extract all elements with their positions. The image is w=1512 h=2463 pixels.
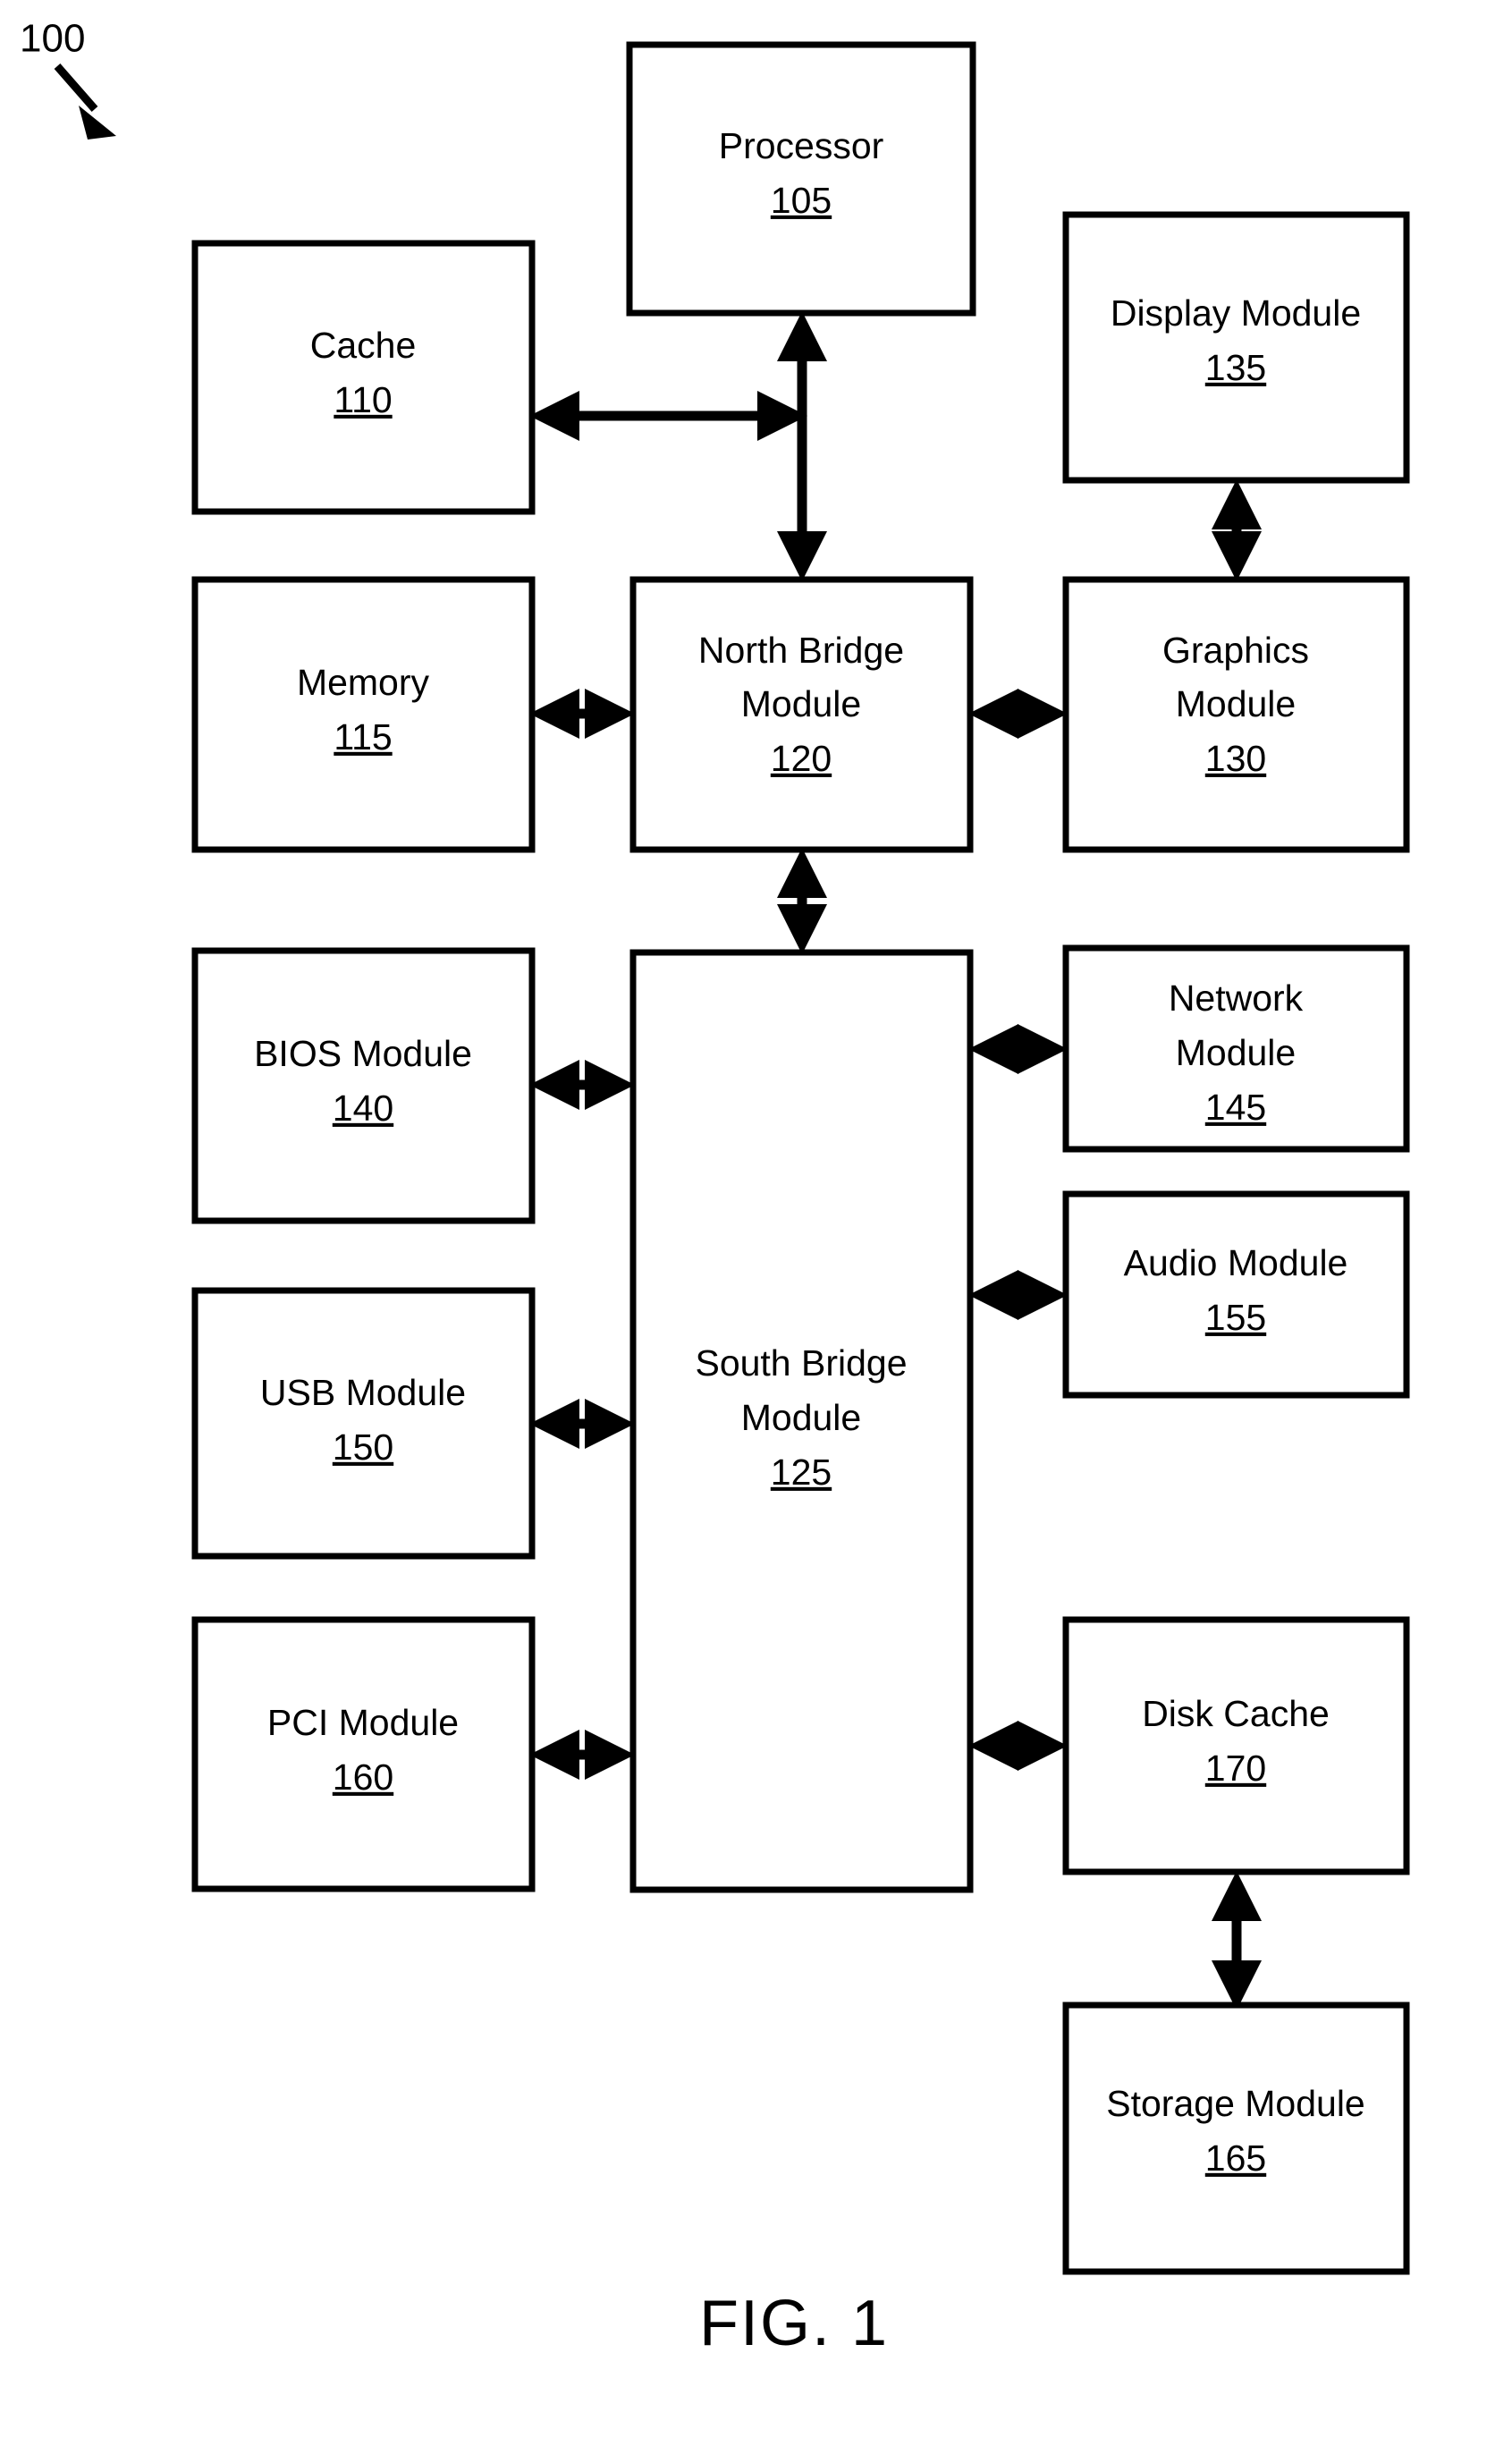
block-pci-label: PCI Module	[267, 1702, 459, 1743]
block-bios-rect[interactable]	[191, 947, 536, 1224]
block-network-ref: 145	[1205, 1087, 1266, 1128]
block-audio[interactable]: Audio Module 155	[1062, 1190, 1410, 1399]
block-processor[interactable]: Processor 105	[626, 41, 976, 317]
block-north-bridge-label-line1: North Bridge	[698, 630, 904, 671]
connector-cache-processor	[529, 391, 807, 441]
block-pci-rect[interactable]	[191, 1616, 536, 1892]
figure-caption: FIG. 1	[699, 2288, 889, 2359]
block-network[interactable]: Network Module 145	[1062, 944, 1410, 1153]
block-display-module-label: Display Module	[1111, 292, 1361, 334]
connector-usb-south-bridge	[529, 1399, 635, 1449]
block-diagram-canvas: 100 Processor 105 Cache 110 Display Modu…	[20, 17, 1410, 2359]
block-south-bridge-label-line2: Module	[741, 1397, 861, 1438]
block-cache[interactable]: Cache 110	[191, 240, 536, 515]
block-usb-rect[interactable]	[191, 1287, 536, 1560]
connector-north-bridge-graphics	[968, 689, 1068, 739]
block-storage-ref: 165	[1205, 2137, 1266, 2179]
connector-memory-north-bridge	[529, 689, 635, 739]
system-reference-label: 100	[20, 17, 85, 61]
block-usb-label: USB Module	[260, 1372, 466, 1413]
block-north-bridge-label-line2: Module	[741, 683, 861, 724]
system-reference-callout: 100	[20, 17, 116, 140]
connector-north-bridge-south-bridge	[777, 848, 827, 954]
block-south-bridge[interactable]: South Bridge Module 125	[629, 949, 974, 1893]
connector-pci-south-bridge	[529, 1730, 635, 1780]
block-network-label-line2: Module	[1176, 1032, 1296, 1073]
block-graphics-label-line2: Module	[1176, 683, 1296, 724]
block-display-module-ref: 135	[1205, 347, 1266, 388]
block-pci-ref: 160	[333, 1756, 393, 1798]
connector-south-bridge-disk-cache	[968, 1721, 1068, 1771]
block-audio-label: Audio Module	[1124, 1242, 1348, 1283]
block-bios-ref: 140	[333, 1088, 393, 1129]
block-memory-rect[interactable]	[191, 576, 536, 853]
block-usb[interactable]: USB Module 150	[191, 1287, 536, 1560]
reference-lead-arrowhead	[79, 106, 116, 140]
connector-disk-cache-storage	[1212, 1871, 1262, 2010]
block-disk-cache[interactable]: Disk Cache 170	[1062, 1616, 1410, 1875]
block-south-bridge-label-line1: South Bridge	[695, 1342, 907, 1384]
block-cache-rect[interactable]	[191, 240, 536, 515]
block-cache-ref: 110	[334, 379, 392, 420]
reference-lead-line	[54, 63, 98, 112]
patent-figure: 100 Processor 105 Cache 110 Display Modu…	[0, 0, 1512, 2463]
block-audio-ref: 155	[1205, 1297, 1266, 1338]
block-cache-label: Cache	[310, 325, 417, 366]
block-graphics[interactable]: Graphics Module 130	[1062, 576, 1410, 853]
block-processor-label: Processor	[719, 125, 884, 166]
block-memory-ref: 115	[334, 716, 392, 758]
block-north-bridge-ref: 120	[771, 738, 832, 779]
block-display-module[interactable]: Display Module 135	[1062, 211, 1410, 484]
block-bios[interactable]: BIOS Module 140	[191, 947, 536, 1224]
block-disk-cache-ref: 170	[1205, 1748, 1266, 1789]
block-graphics-ref: 130	[1205, 738, 1266, 779]
connector-south-bridge-network	[968, 1024, 1068, 1074]
connector-processor-north-bridge	[777, 311, 827, 581]
connector-bios-south-bridge	[529, 1060, 635, 1110]
connector-graphics-display	[1212, 479, 1262, 581]
block-disk-cache-rect[interactable]	[1062, 1616, 1410, 1875]
block-audio-rect[interactable]	[1062, 1190, 1410, 1399]
block-disk-cache-label: Disk Cache	[1142, 1693, 1330, 1734]
block-memory-label: Memory	[297, 662, 430, 703]
block-north-bridge[interactable]: North Bridge Module 120	[629, 576, 974, 853]
block-bios-label: BIOS Module	[254, 1033, 472, 1074]
block-pci[interactable]: PCI Module 160	[191, 1616, 536, 1892]
block-usb-ref: 150	[333, 1426, 393, 1468]
block-processor-ref: 105	[771, 180, 832, 221]
block-storage-label: Storage Module	[1106, 2083, 1364, 2124]
block-south-bridge-ref: 125	[771, 1452, 832, 1493]
block-network-label-line1: Network	[1169, 978, 1304, 1019]
block-memory[interactable]: Memory 115	[191, 576, 536, 853]
connector-south-bridge-audio	[968, 1270, 1068, 1320]
block-graphics-label-line1: Graphics	[1162, 630, 1309, 671]
block-storage[interactable]: Storage Module 165	[1062, 2002, 1410, 2275]
